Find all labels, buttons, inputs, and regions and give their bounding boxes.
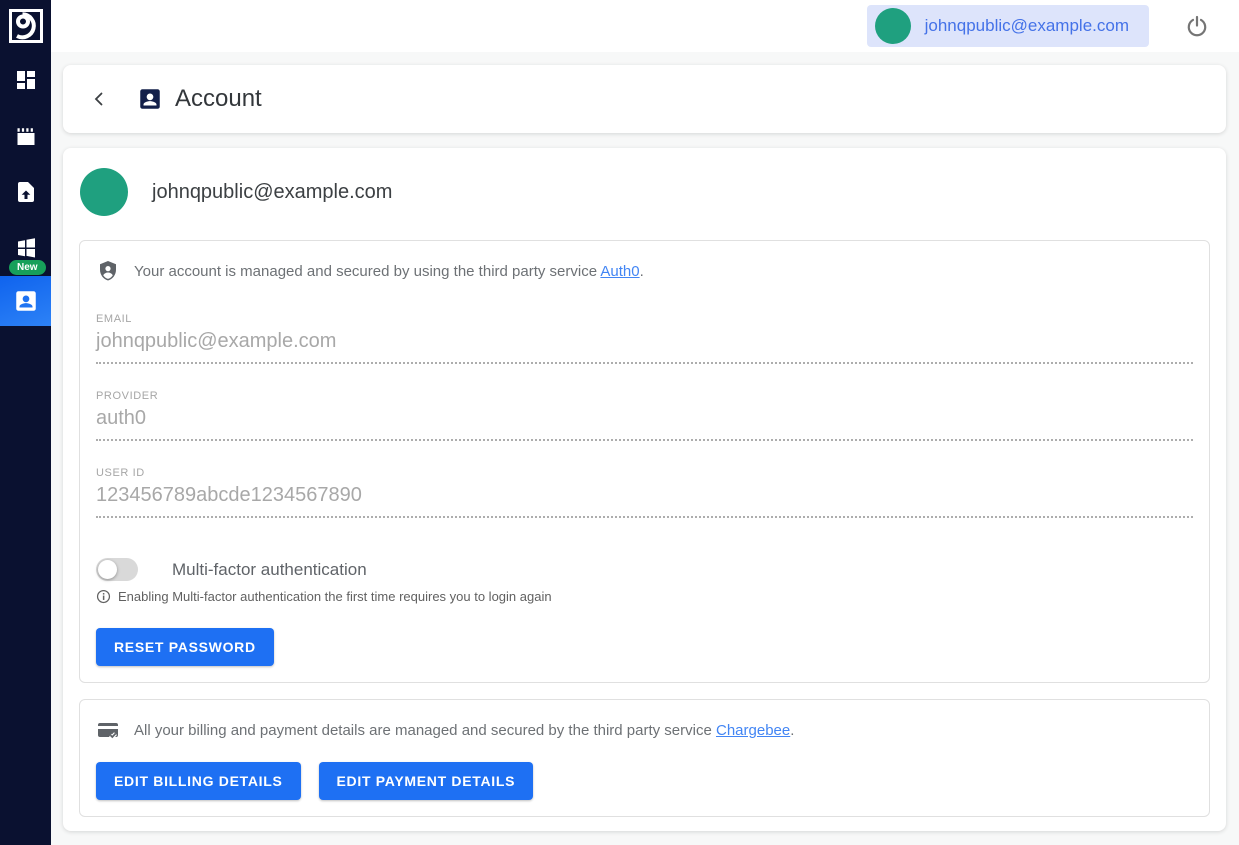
- logout-button[interactable]: [1185, 14, 1209, 38]
- shield-person-icon: [96, 259, 120, 283]
- auth0-link[interactable]: Auth0: [600, 263, 639, 280]
- billing-notice-suffix: .: [790, 722, 794, 739]
- edit-billing-details-button[interactable]: EDIT BILLING DETAILS: [96, 762, 301, 800]
- billing-notice-prefix: All your billing and payment details are…: [134, 722, 716, 739]
- user-id-field-label: USER ID: [96, 467, 1193, 479]
- page-body: Account johnqpublic@example.com: [51, 52, 1239, 845]
- page-title-group: Account: [137, 85, 262, 113]
- sidebar-item-upload[interactable]: [0, 164, 51, 220]
- sidebar-item-integrations[interactable]: New: [0, 220, 51, 276]
- mfa-toggle-thumb: [98, 560, 117, 579]
- provider-field-value: auth0: [96, 402, 1193, 441]
- dashed-window-icon: [14, 124, 38, 148]
- account-icon: [13, 288, 39, 314]
- brand-logo[interactable]: [0, 0, 51, 52]
- user-email: johnqpublic@example.com: [925, 16, 1129, 36]
- mfa-hint-row: Enabling Multi-factor authentication the…: [96, 589, 1193, 604]
- provider-field: PROVIDER auth0: [96, 390, 1193, 441]
- page-title: Account: [175, 85, 262, 113]
- chevron-left-icon: [91, 91, 107, 107]
- credit-card-check-icon: [96, 718, 120, 742]
- mfa-label: Multi-factor authentication: [172, 560, 367, 580]
- account-notice-prefix: Your account is managed and secured by u…: [134, 263, 600, 280]
- brand-logo-icon: [8, 8, 44, 44]
- topbar: johnqpublic@example.com: [51, 0, 1239, 52]
- upload-file-icon: [14, 180, 38, 204]
- info-icon: [96, 589, 111, 604]
- user-chip[interactable]: johnqpublic@example.com: [867, 5, 1149, 47]
- provider-field-label: PROVIDER: [96, 390, 1193, 402]
- account-notice: Your account is managed and secured by u…: [96, 257, 1193, 287]
- power-icon: [1185, 14, 1209, 38]
- billing-notice-text: All your billing and payment details are…: [134, 722, 794, 739]
- mfa-row: Multi-factor authentication: [96, 558, 1193, 581]
- billing-section: All your billing and payment details are…: [79, 699, 1210, 817]
- email-field-label: EMAIL: [96, 313, 1193, 325]
- billing-notice: All your billing and payment details are…: [96, 716, 1193, 746]
- sidebar-item-dashboard[interactable]: [0, 52, 51, 108]
- account-notice-suffix: .: [640, 263, 644, 280]
- user-id-field: USER ID 123456789abcde1234567890: [96, 467, 1193, 518]
- chargebee-link[interactable]: Chargebee: [716, 722, 790, 739]
- mfa-toggle[interactable]: [96, 558, 138, 581]
- email-field: EMAIL johnqpublic@example.com: [96, 313, 1193, 364]
- reset-password-button[interactable]: RESET PASSWORD: [96, 628, 274, 666]
- back-button[interactable]: [85, 85, 113, 113]
- dashboard-icon: [14, 68, 38, 92]
- sidebar: New: [0, 0, 51, 845]
- account-box-icon: [137, 86, 163, 112]
- billing-buttons: EDIT BILLING DETAILS EDIT PAYMENT DETAIL…: [96, 762, 1193, 800]
- account-security-section: Your account is managed and secured by u…: [79, 240, 1210, 683]
- sidebar-item-monitors[interactable]: [0, 108, 51, 164]
- account-card: johnqpublic@example.com Your account is …: [63, 148, 1226, 831]
- user-id-field-value: 123456789abcde1234567890: [96, 479, 1193, 518]
- mfa-hint: Enabling Multi-factor authentication the…: [118, 589, 552, 604]
- account-notice-text: Your account is managed and secured by u…: [134, 263, 644, 280]
- sidebar-item-account[interactable]: [0, 276, 51, 326]
- app-root: New johnqpublic@example.com: [0, 0, 1239, 845]
- email-field-value: johnqpublic@example.com: [96, 325, 1193, 364]
- profile-avatar: [80, 168, 128, 216]
- page-header-card: Account: [63, 65, 1226, 133]
- edit-payment-details-button[interactable]: EDIT PAYMENT DETAILS: [319, 762, 534, 800]
- profile-row: johnqpublic@example.com: [79, 160, 1210, 230]
- avatar: [875, 8, 911, 44]
- main-column: johnqpublic@example.com: [51, 0, 1239, 845]
- new-badge: New: [9, 260, 46, 275]
- profile-email: johnqpublic@example.com: [152, 181, 392, 204]
- apps-icon: [14, 236, 38, 260]
